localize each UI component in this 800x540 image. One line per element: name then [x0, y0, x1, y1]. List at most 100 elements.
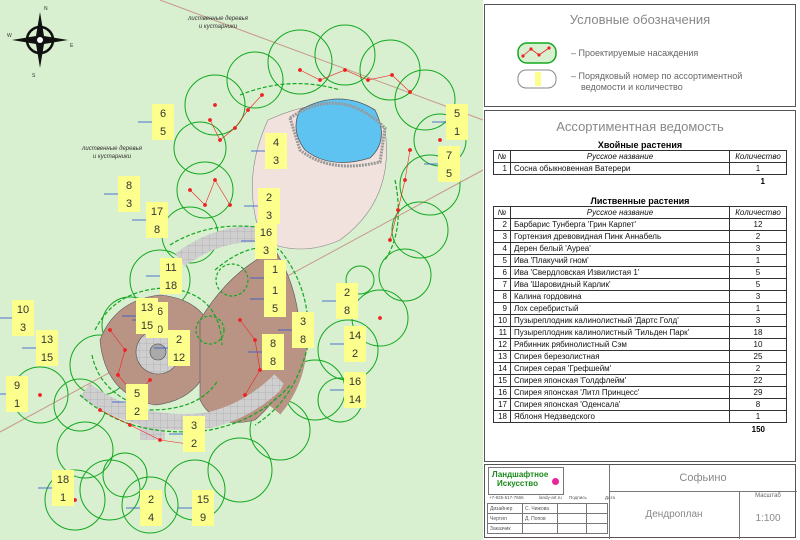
callout-count: 3: [126, 198, 132, 210]
cell-name: Спирея японская 'Оденсала': [510, 398, 730, 411]
callout-count: 14: [349, 394, 361, 406]
cell-qty: 12: [729, 218, 787, 231]
stamp-roles: Дизайнер С. Чижова Чертил Д. Попов Заказчи…: [487, 503, 608, 534]
callout-count: 8: [300, 334, 306, 346]
cell-qty: 1: [729, 302, 787, 315]
callout-count: 5: [272, 303, 278, 315]
callout-count: 1: [454, 126, 460, 138]
col-name: Русское название: [510, 206, 730, 219]
callout-species: 8: [270, 338, 276, 350]
cell-qty: 5: [729, 266, 787, 279]
cell-no: 9: [493, 302, 511, 315]
callout-count: 15: [41, 352, 53, 364]
stamp-sign-label: Подпись: [569, 495, 587, 500]
scale-label: Масштаб: [755, 493, 781, 499]
callout-species: 2: [266, 192, 272, 204]
cell-qty: 8: [729, 398, 787, 411]
stamp-role-drafter: Чертил: [487, 513, 523, 524]
table-row: 14 Спирея серая 'Грефшейм' 2: [493, 362, 787, 375]
cell-qty: 22: [729, 374, 787, 387]
table-row: 18 Яблоня Недзведского 1: [493, 410, 787, 423]
callout-count: 9: [200, 512, 206, 524]
table-row: 12 Рябинник рябинолистный Сэм 10: [493, 338, 787, 351]
cell-name: Дерен белый 'Ауреа': [510, 242, 730, 255]
callout-species: 8: [126, 180, 132, 192]
callout-species: 15: [197, 494, 209, 506]
trees-label-top-2: и кустарники: [199, 24, 238, 30]
assortment-title: Ассортиментная ведомость: [556, 119, 724, 134]
cell-no: 12: [493, 338, 511, 351]
cell-no: 17: [493, 398, 511, 411]
legend-title: Условные обозначения: [569, 12, 711, 27]
cell-qty: 10: [729, 338, 787, 351]
title-block: Ландшафтное Искусство +7-925-517-7666 la…: [484, 464, 797, 539]
callout-count: 8: [344, 305, 350, 317]
callout-count: 3: [273, 155, 279, 167]
callout-species: 10: [17, 304, 29, 316]
callout-count: 15: [141, 320, 153, 332]
callout-species: 18: [57, 474, 69, 486]
trees-label-left-2: и кустарники: [93, 154, 132, 160]
stamp-role-designer: Дизайнер: [487, 503, 523, 514]
table-row: 17 Спирея японская 'Оденсала' 8: [493, 398, 787, 411]
callout-count: 1: [14, 398, 20, 410]
callout-species: 11: [165, 262, 176, 274]
col-qty: Количество: [729, 150, 787, 163]
table-row: 5 Ива 'Плакучий гном' 1: [493, 254, 787, 267]
cell-no: 3: [493, 230, 511, 243]
callout-count: 2: [134, 406, 140, 418]
callout-species: 1: [272, 264, 278, 276]
callout-species: 9: [14, 380, 20, 392]
planting-swatch-icon: [517, 42, 557, 64]
table-row: 15 Спирея японская 'Голдфлейм' 22: [493, 374, 787, 387]
cell-no: 18: [493, 410, 511, 423]
table-row: 16 Спирея японская 'Литл Принцесс' 29: [493, 386, 787, 399]
cell-name: Ива 'Свердловская Извилистая 1': [510, 266, 730, 279]
callout-count: 2: [191, 438, 197, 450]
table-row: 1 Сосна обыкновенная Ватерери 1: [493, 162, 787, 175]
cell-no: 16: [493, 386, 511, 399]
cell-qty: 1: [729, 410, 787, 423]
callout-species: 5: [134, 388, 140, 400]
cell-name: Барбарис Тунберга 'Грин Карпет': [510, 218, 730, 231]
callout-species: 1: [272, 285, 278, 297]
cell-qty: 25: [729, 350, 787, 363]
cell-no: 7: [493, 278, 511, 291]
conifer-section-title: Хвойные растения: [597, 140, 683, 150]
callout-species: 7: [446, 150, 452, 162]
deciduous-table: № Русское название Количество 2 Барбарис …: [493, 206, 787, 423]
cell-no: 2: [493, 218, 511, 231]
table-row: 8 Калина гордовина 3: [493, 290, 787, 303]
cell-qty: 18: [729, 326, 787, 339]
table-row: 3 Гортензия древовидная Пинк Аннабель 2: [493, 230, 787, 243]
cell-qty: 2: [729, 362, 787, 375]
callout-count: 2: [352, 348, 358, 360]
cell-no: 5: [493, 254, 511, 267]
callout-count: 4: [148, 512, 154, 524]
deciduous-total: 150: [751, 425, 765, 434]
callout-count: 5: [446, 168, 452, 180]
cell-qty: 5: [729, 278, 787, 291]
callout-count: 12: [173, 352, 185, 364]
callout-count: 18: [165, 280, 177, 292]
legend-item-number-2: ведомости и количество: [581, 82, 683, 92]
callout-species: 13: [141, 302, 153, 314]
callout-count: 5: [160, 126, 166, 138]
table-row: 9 Лох серебристый 1: [493, 302, 787, 315]
cell-name: Спирея японская 'Литл Принцесс': [510, 386, 730, 399]
cell-no: 6: [493, 266, 511, 279]
table-row: 2 Барбарис Тунберга 'Грин Карпет' 12: [493, 218, 787, 231]
sheet-name: Дендроплан: [645, 509, 703, 520]
cell-name: Спирея японская 'Голдфлейм': [510, 374, 730, 387]
callout-count: 3: [266, 210, 272, 222]
cell-qty: 1: [729, 254, 787, 267]
stamp-name-designer: С. Чижова: [522, 503, 558, 514]
cell-no: 15: [493, 374, 511, 387]
cell-no: 10: [493, 314, 511, 327]
logo-line-1: Ландшафтное: [492, 470, 549, 479]
lawn-area: [0, 0, 483, 540]
cell-qty: 1: [729, 162, 787, 175]
cell-no: 13: [493, 350, 511, 363]
trees-label-left-1: лиственные деревья: [81, 146, 143, 152]
cell-no: 4: [493, 242, 511, 255]
